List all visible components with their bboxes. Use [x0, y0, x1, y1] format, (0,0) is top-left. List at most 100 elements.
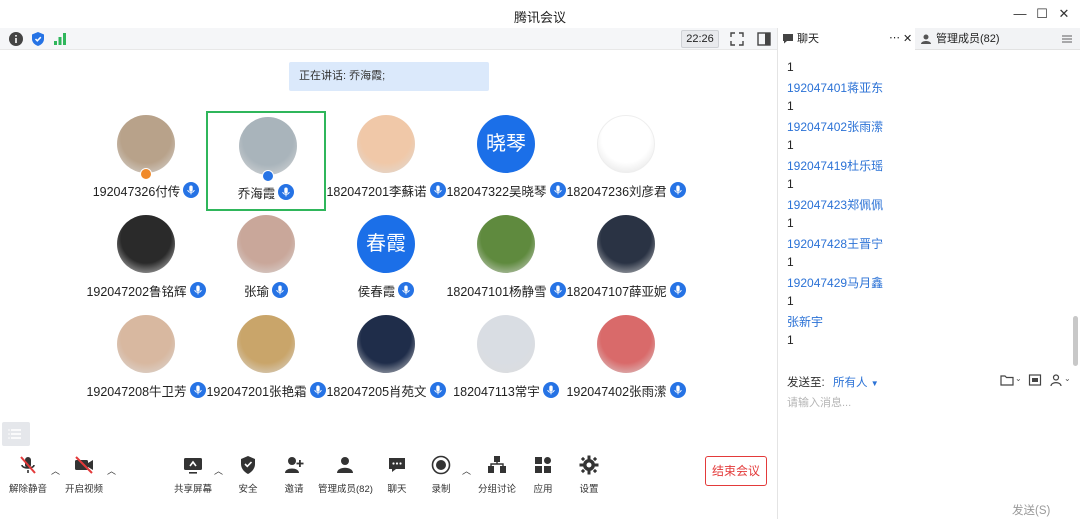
panel-menu-icon[interactable] — [1058, 28, 1078, 50]
maximize-icon[interactable]: ☐ — [1032, 4, 1052, 24]
participant-tile[interactable]: 182047201李蘇诺 — [326, 111, 446, 211]
message-sender[interactable]: 192047401蒋亚东 — [787, 79, 883, 96]
members-icon — [921, 34, 931, 44]
chat-button[interactable]: 聊天 — [381, 450, 413, 495]
chevron-up-icon[interactable]: ︿ — [214, 464, 224, 476]
message-sender[interactable]: 192047402张雨潆 — [787, 118, 883, 135]
send-target-select[interactable]: 所有人 ▼ — [833, 374, 879, 390]
members-label: 管理成员(82) — [318, 484, 373, 495]
breakout-icon — [488, 456, 506, 473]
signal-icon[interactable] — [52, 31, 68, 47]
avatar — [597, 215, 655, 273]
apps-icon — [535, 457, 551, 473]
message-input[interactable]: 请输入消息... — [787, 394, 851, 410]
mic-icon — [542, 382, 559, 398]
participant-name: 192047202鲁铭辉 — [86, 284, 187, 299]
participant-tile[interactable]: 192047202鲁铭辉 — [86, 211, 206, 311]
participant-name: 182047113常宇 — [453, 384, 540, 399]
fullscreen-icon[interactable] — [729, 31, 745, 47]
chevron-down-icon[interactable]: ⌄ — [1015, 374, 1022, 383]
chat-messages: 1 192047401蒋亚东 1 192047402张雨潆 1 192047419杜乐瑶… — [778, 50, 1072, 368]
close-icon[interactable]: ✕ — [1054, 4, 1074, 24]
apps-button[interactable]: 应用 — [527, 450, 559, 495]
message-sender[interactable]: 192047423郑佩佩 — [787, 196, 883, 213]
message-sender[interactable]: 192047419杜乐瑶 — [787, 157, 883, 174]
shield-icon[interactable] — [30, 31, 46, 47]
participant-name-row: 192047326付传 — [86, 181, 206, 199]
avatar — [237, 215, 295, 273]
tab-chat[interactable]: 聊天 ⋯ ✕ — [778, 28, 915, 50]
user-settings-icon[interactable] — [1050, 373, 1064, 387]
invite-label: 邀请 — [284, 484, 304, 495]
participant-tile[interactable]: 春霞 侯春霞 — [326, 211, 446, 311]
mic-icon — [278, 184, 295, 200]
participant-name-row: 192047201张艳霜 — [206, 381, 326, 399]
participant-tile[interactable]: 张瑜 — [206, 211, 326, 311]
participant-tile[interactable]: 182047113常宇 — [446, 311, 566, 411]
end-meeting-button[interactable]: 结束会议 — [705, 456, 767, 486]
chat-scrollbar[interactable] — [1073, 86, 1078, 366]
chevron-down-icon[interactable]: ⌄ — [1064, 374, 1071, 383]
participant-name: 乔海霞 — [237, 186, 276, 201]
settings-button[interactable]: 设置 — [573, 450, 605, 495]
participant-tile[interactable]: 晓琴 182047322吴晓琴 — [446, 111, 566, 211]
avatar — [117, 215, 175, 273]
message-text: 1 — [787, 216, 794, 230]
participant-tile[interactable]: 182047236刘彦君 — [566, 111, 686, 211]
side-panel: 聊天 ⋯ ✕ 管理成员(82) 1 192047401蒋亚东 1 192047402… — [777, 28, 1080, 519]
message-sender[interactable]: 192047429马月鑫 — [787, 274, 883, 291]
participant-tile[interactable]: 182047205肖苑文 — [326, 311, 446, 411]
unmute-label: 解除静音 — [8, 484, 47, 495]
breakout-button[interactable]: 分组讨论 — [476, 450, 518, 495]
list-toggle[interactable] — [2, 422, 30, 446]
message-sender[interactable]: 192047428王晋宁 — [787, 235, 883, 252]
share-screen-button[interactable]: 共享屏幕 — [172, 450, 214, 495]
participant-name: 192047201张艳霜 — [206, 384, 307, 399]
send-button[interactable]: 发送(S) — [1012, 502, 1050, 518]
participant-name-row: 张瑜 — [206, 281, 326, 299]
info-icon[interactable] — [8, 31, 24, 47]
chevron-up-icon[interactable]: ︿ — [462, 464, 472, 476]
camera-off-icon — [75, 456, 93, 474]
title-bar: 腾讯会议 — ☐ ✕ — [0, 0, 1080, 28]
chevron-up-icon[interactable]: ︿ — [51, 464, 61, 476]
participant-name-row: 182047107薛亚妮 — [566, 281, 686, 299]
security-button[interactable]: 安全 — [232, 450, 264, 495]
mic-icon — [309, 382, 326, 398]
avatar — [597, 115, 655, 173]
message-text: 1 — [787, 333, 794, 347]
invite-button[interactable]: 邀请 — [278, 450, 310, 495]
participant-name: 192047208牛卫芳 — [86, 384, 187, 399]
participant-tile[interactable]: 182047101杨静雪 — [446, 211, 566, 311]
minimize-icon[interactable]: — — [1010, 4, 1030, 24]
mic-icon — [189, 382, 206, 398]
security-label: 安全 — [238, 484, 258, 495]
participant-tile[interactable]: 192047402张雨潆 — [566, 311, 686, 411]
layout-icon[interactable] — [756, 31, 772, 47]
send-to-label: 发送至: — [787, 377, 825, 389]
record-button[interactable]: 录制 — [425, 450, 457, 495]
participant-tile[interactable]: 182047107薛亚妮 — [566, 211, 686, 311]
bottom-toolbar: 解除静音 ︿ 开启视频 ︿ 共享屏幕 ︿ 安全 邀请 管理成员(82) 聊天 录… — [0, 450, 777, 495]
unmute-button[interactable]: 解除静音 — [8, 450, 48, 495]
close-icon[interactable]: ✕ — [903, 28, 912, 50]
message-text: 1 — [787, 138, 794, 152]
participant-tile[interactable]: 192047326付传 — [86, 111, 206, 211]
meeting-time: 22:26 — [681, 30, 719, 48]
participant-tile[interactable]: 192047201张艳霜 — [206, 311, 326, 411]
folder-icon[interactable] — [1000, 373, 1014, 387]
participant-tile[interactable]: 192047208牛卫芳 — [86, 311, 206, 411]
participant-tile[interactable]: 乔海霞 — [206, 111, 326, 211]
avatar: 晓琴 — [477, 115, 535, 173]
host-badge-icon — [262, 170, 274, 182]
start-video-button[interactable]: 开启视频 — [64, 450, 104, 495]
screenshot-icon[interactable] — [1028, 373, 1042, 387]
avatar — [117, 315, 175, 373]
more-icon[interactable]: ⋯ — [889, 27, 900, 49]
participant-name: 182047205肖苑文 — [326, 384, 427, 399]
chevron-up-icon[interactable]: ︿ — [107, 464, 117, 476]
manage-members-button[interactable]: 管理成员(82) — [318, 450, 373, 495]
message-sender[interactable]: 张新宇 — [787, 313, 823, 330]
tab-members[interactable]: 管理成员(82) — [918, 28, 1054, 50]
window-title: 腾讯会议 — [513, 10, 566, 25]
